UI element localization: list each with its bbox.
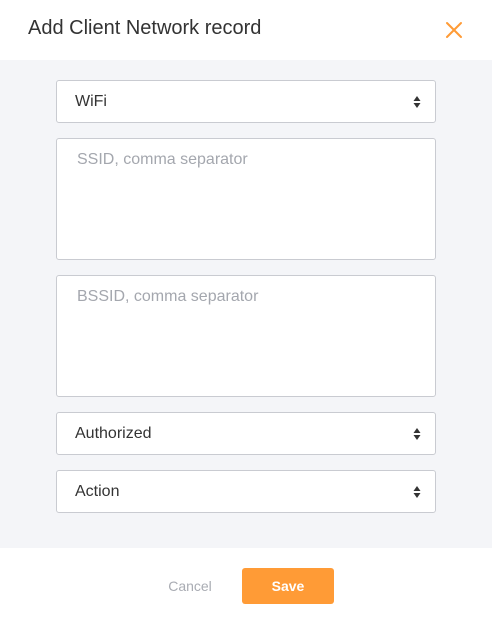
dialog-title: Add Client Network record (28, 17, 262, 39)
save-button[interactable]: Save (242, 568, 334, 604)
select-arrows-icon (413, 484, 421, 500)
close-icon (446, 22, 462, 38)
bssid-placeholder: BSSID, comma separator (77, 288, 259, 305)
action-value: Action (75, 483, 120, 500)
dialog-header: Add Client Network record (0, 0, 492, 60)
authorization-value: Authorized (75, 425, 152, 442)
add-client-network-dialog: Add Client Network record WiFi SSID, com… (0, 0, 492, 621)
select-arrows-icon (413, 426, 421, 442)
select-arrows-icon (413, 94, 421, 110)
action-select[interactable]: Action (56, 470, 436, 513)
dialog-footer: Cancel Save (0, 548, 492, 621)
dialog-body: WiFi SSID, comma separator BSSID, comma … (0, 60, 492, 548)
network-type-select[interactable]: WiFi (56, 80, 436, 123)
close-button[interactable] (443, 19, 465, 41)
ssid-placeholder: SSID, comma separator (77, 151, 248, 168)
ssid-textarea[interactable]: SSID, comma separator (56, 138, 436, 260)
cancel-button[interactable]: Cancel (160, 568, 220, 604)
network-type-value: WiFi (75, 93, 107, 110)
bssid-textarea[interactable]: BSSID, comma separator (56, 275, 436, 397)
authorization-select[interactable]: Authorized (56, 412, 436, 455)
